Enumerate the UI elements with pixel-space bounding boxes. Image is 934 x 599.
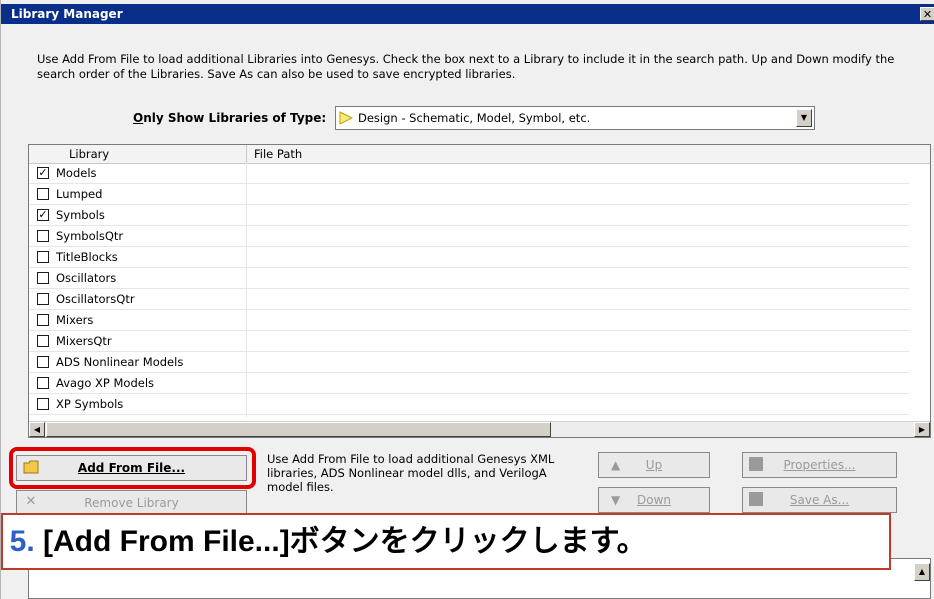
down-label: Down (636, 493, 671, 507)
window-title: Library Manager (11, 7, 123, 21)
up-button[interactable]: ▲ Up (598, 452, 710, 478)
step-caption: p 5. [Add From File...]ボタンをクリックします。 (1, 513, 891, 570)
type-filter-label: Only Show Libraries of Type: (133, 111, 327, 125)
library-type-selected: Design - Schematic, Model, Symbol, etc. (358, 111, 591, 125)
table-row[interactable]: Avago XP Models (29, 373, 909, 394)
caption-step: p 5. (3, 525, 35, 558)
library-name: TitleBlocks (56, 250, 118, 264)
library-name: Avago XP Models (56, 376, 155, 390)
column-header-library[interactable]: Library (69, 145, 109, 163)
library-checkbox[interactable] (37, 230, 49, 242)
table-row[interactable]: ✓ Symbols (29, 205, 909, 226)
close-icon[interactable]: ✕ (920, 7, 934, 21)
library-name: MixersQtr (56, 334, 112, 348)
library-checkbox[interactable] (37, 356, 49, 368)
library-checkbox[interactable]: ✓ (37, 167, 49, 179)
library-name: Mixers (56, 313, 94, 327)
properties-icon (749, 457, 763, 471)
save-as-label: Save As... (789, 493, 850, 507)
scrollbar-thumb[interactable] (46, 422, 551, 437)
library-name: ADS Nonlinear Models (56, 355, 184, 369)
library-name: Symbols (56, 208, 105, 222)
library-checkbox[interactable] (37, 335, 49, 347)
title-bar: Library Manager ✕ (1, 4, 934, 24)
table-row[interactable]: SymbolsQtr (29, 226, 909, 247)
table-row[interactable]: ADS Nonlinear Models (29, 352, 909, 373)
add-from-file-help: Use Add From File to load additional Gen… (267, 452, 555, 494)
table-row[interactable]: Oscillators (29, 268, 909, 289)
intro-text: Use Add From File to load additional Lib… (37, 52, 895, 81)
library-name: OscillatorsQtr (56, 292, 135, 306)
table-row[interactable]: XP Symbols (29, 394, 909, 415)
table-row[interactable]: ✓ Models (29, 163, 909, 184)
properties-label: Properties... (783, 458, 856, 472)
up-arrow-icon: ▲ (611, 458, 621, 472)
library-name: Oscillators (56, 271, 117, 285)
properties-button[interactable]: Properties... (742, 452, 897, 478)
scroll-left-icon[interactable]: ◀ (29, 422, 45, 437)
library-checkbox[interactable] (37, 398, 49, 410)
horizontal-scrollbar[interactable]: ◀ ▶ (29, 421, 930, 437)
table-row[interactable]: Lumped (29, 184, 909, 205)
library-checkbox[interactable] (37, 377, 49, 389)
save-icon (749, 492, 763, 506)
up-label: Up (645, 458, 663, 472)
remove-library-label: Remove Library (84, 496, 179, 510)
chevron-down-icon[interactable]: ▼ (796, 109, 812, 127)
library-checkbox[interactable] (37, 188, 49, 200)
save-as-button[interactable]: Save As... (742, 487, 897, 513)
library-name: XP Symbols (56, 397, 124, 411)
down-arrow-icon: ▼ (611, 493, 621, 507)
library-manager-window: Library Manager ✕ Use Add From File to l… (0, 0, 934, 599)
library-name: Models (56, 166, 97, 180)
library-type-select[interactable]: Design - Schematic, Model, Symbol, etc. … (335, 106, 815, 130)
highlight-frame (9, 447, 256, 489)
library-name: Lumped (56, 187, 103, 201)
library-checkbox[interactable] (37, 251, 49, 263)
column-divider[interactable] (246, 145, 247, 163)
yellow-triangle-icon (339, 111, 353, 125)
table-row[interactable]: OscillatorsQtr (29, 289, 909, 310)
scroll-up-icon[interactable]: ▲ (914, 563, 930, 581)
table-row[interactable]: Mixers (29, 310, 909, 331)
remove-icon: ✕ (25, 494, 37, 509)
library-table: Library File Path ✓ Models Lumped ✓ Symbols S… (28, 144, 931, 438)
library-checkbox[interactable] (37, 293, 49, 305)
library-checkbox[interactable]: ✓ (37, 209, 49, 221)
scroll-right-icon[interactable]: ▶ (914, 422, 930, 437)
table-row[interactable]: TitleBlocks (29, 247, 909, 268)
library-name: SymbolsQtr (56, 229, 124, 243)
down-button[interactable]: ▼ Down (598, 487, 710, 513)
table-row[interactable]: MixersQtr (29, 331, 909, 352)
caption-message: [Add From File...]ボタンをクリックします。 (43, 525, 647, 558)
table-header: Library File Path (29, 145, 930, 164)
column-header-file-path[interactable]: File Path (254, 145, 302, 163)
library-checkbox[interactable] (37, 272, 49, 284)
library-checkbox[interactable] (37, 314, 49, 326)
